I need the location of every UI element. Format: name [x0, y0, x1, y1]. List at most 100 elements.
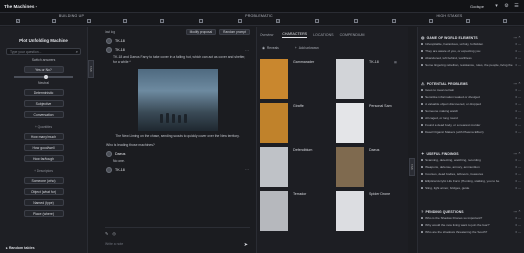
how-many-button[interactable]: How many/much — [23, 132, 64, 140]
checkbox[interactable] — [87, 19, 92, 23]
checkbox[interactable] — [428, 19, 433, 23]
random-tables-link[interactable]: ▸ Random tables — [6, 246, 35, 250]
menu-icon[interactable]: ☰ — [513, 3, 520, 10]
row-controls[interactable]: ≡ ⋯ — [515, 172, 521, 176]
note-input[interactable]: Write a note — [105, 242, 250, 246]
tab-characters[interactable]: CHARACTERS — [282, 32, 308, 38]
list-item[interactable]: Sling, light armor, bridges, guide ≡ ⋯ — [421, 186, 521, 192]
right-collapse-tab[interactable]: TAB — [409, 158, 415, 176]
row-controls[interactable]: ≡ ⋯ — [515, 123, 521, 127]
someone-button[interactable]: Someone (who) — [23, 176, 64, 184]
row-controls[interactable]: ≡ ⋯ — [515, 95, 521, 99]
row-controls[interactable]: ≡ ⋯ — [515, 116, 521, 120]
checkbox[interactable] — [198, 19, 203, 23]
checkbox[interactable] — [237, 19, 242, 23]
settings-icon[interactable]: ⚙ — [503, 3, 510, 10]
how-good-button[interactable]: How good/well — [23, 143, 64, 151]
conversation-button[interactable]: Conversation — [23, 110, 64, 118]
list-item[interactable]: Goes to mean terrain ≡ ⋯ — [421, 88, 521, 94]
named-button[interactable]: Named (type) — [23, 198, 64, 206]
object-button[interactable]: Object (what for) — [23, 187, 64, 195]
more-icon[interactable]: ⋯ — [245, 48, 249, 53]
character-card[interactable]: Terrador — [260, 191, 330, 233]
add-unknown-button[interactable]: Add unknown — [299, 46, 319, 50]
character-card[interactable]: Defendblum — [260, 147, 330, 189]
send-icon[interactable]: ➤ — [244, 242, 248, 248]
character-card[interactable]: Giraffe — [260, 103, 330, 145]
checkbox[interactable]: ✓ — [276, 19, 281, 23]
list-item[interactable]: Dead Organic Makers (with Plasma Effect)… — [421, 130, 521, 136]
checkbox[interactable] — [353, 19, 358, 23]
checkbox[interactable] — [123, 19, 128, 23]
list-item[interactable]: Who is the Shadow Drones so important? ≡ … — [421, 216, 521, 222]
row-controls[interactable]: ≡ ⋯ — [515, 158, 521, 162]
list-item[interactable]: Who are the shadows threatening the Sout… — [421, 230, 521, 236]
character-card[interactable]: Personal Sam — [336, 103, 406, 145]
eye-icon[interactable]: ◉ — [262, 46, 265, 50]
checkbox[interactable] — [314, 19, 319, 23]
left-collapse-tab[interactable]: TAB — [88, 60, 94, 78]
row-controls[interactable]: ≡ ⋯ — [515, 165, 521, 169]
list-item[interactable]: Found a dead body, or a nearest murder ≡ … — [421, 123, 521, 129]
user-caret-icon[interactable]: ▾ — [493, 3, 500, 10]
list-item[interactable]: They are aware of you, or expecting you ≡… — [421, 49, 521, 55]
row-controls[interactable]: ≡ ⋯ — [515, 63, 521, 67]
checkbox[interactable] — [466, 19, 471, 23]
section-controls[interactable]: ⋯ ⌃ — [514, 210, 521, 214]
yes-no-button[interactable]: Yes or No? — [23, 66, 64, 73]
row-controls[interactable]: ≡ ⋯ — [515, 109, 521, 113]
user-menu[interactable]: Godspe — [470, 4, 484, 9]
section-header[interactable]: ? PENDING QUESTIONS ⋯ ⌃ — [421, 209, 521, 214]
row-controls[interactable]: ≡ ⋯ — [515, 56, 521, 60]
more-icon[interactable]: ⋯ — [245, 167, 249, 172]
row-controls[interactable]: ≡ ⋯ — [515, 88, 521, 92]
slider-knob[interactable] — [43, 74, 48, 79]
switch-answers-toggle[interactable]: Switch answers — [0, 58, 87, 62]
subjective-button[interactable]: Subjective — [23, 99, 64, 107]
tab-locations[interactable]: LOCATIONS — [313, 33, 334, 38]
random-prompt-button[interactable]: Random prompt — [219, 28, 250, 35]
row-controls[interactable]: ≡ ⋯ — [515, 42, 521, 46]
likelihood-slider[interactable] — [14, 74, 73, 79]
checkbox[interactable] — [391, 19, 396, 23]
question-input[interactable]: Type your question... ⌕ — [6, 48, 81, 55]
section-header[interactable]: ⚠ POTENTIAL PROBLEMS ⋯ ⌃ — [421, 81, 521, 86]
grid-icon[interactable]: ▦ — [394, 60, 397, 64]
checkbox[interactable] — [160, 19, 165, 23]
tab-compendium[interactable]: COMPENDIUM — [340, 33, 365, 38]
list-item[interactable]: Abandoned, left behind, worthless ≡ ⋯ — [421, 56, 521, 62]
deterministic-button[interactable]: Deterministic — [23, 88, 64, 96]
checkbox[interactable] — [51, 19, 56, 23]
checkbox[interactable] — [503, 19, 508, 23]
row-controls[interactable]: ≡ ⋯ — [515, 186, 521, 190]
section-header[interactable]: ✦ USEFUL FINDINGS ⋯ ⌃ — [421, 151, 521, 156]
list-item[interactable]: Someone making watch ≡ ⋯ — [421, 109, 521, 115]
character-card[interactable]: Gammarader — [260, 59, 330, 101]
section-header[interactable]: ◍ GAME OF WORLD ELEMENTS ⋯ ⌃ — [421, 35, 521, 40]
list-item[interactable]: Sensitive information leaked or divulged… — [421, 95, 521, 101]
section-controls[interactable]: ⋯ ⌃ — [514, 82, 521, 86]
search-icon[interactable]: ⌕ — [76, 49, 78, 55]
character-card[interactable]: TK-18 ▦ — [336, 59, 406, 101]
how-far-button[interactable]: How far/tough — [23, 154, 64, 162]
row-controls[interactable]: ≡ ⋯ — [515, 179, 521, 183]
row-controls[interactable]: ≡ ⋯ — [515, 49, 521, 53]
character-card[interactable]: Daeus — [336, 147, 406, 189]
list-item[interactable]: A valuable object discovered, or dropped… — [421, 102, 521, 108]
add-icon[interactable]: + — [295, 46, 297, 50]
quantities-label[interactable]: + Quantities — [14, 125, 73, 129]
dice-icon[interactable]: ◎ — [112, 231, 116, 236]
list-item[interactable]: Scanning, detecting, watching, recording… — [421, 158, 521, 164]
row-controls[interactable]: ≡ ⋯ — [515, 230, 521, 234]
descriptors-label[interactable]: + Descriptors — [14, 169, 73, 173]
reveals-label[interactable]: Reveals — [267, 46, 279, 50]
paperclip-icon[interactable]: ✎ — [105, 231, 108, 236]
row-controls[interactable]: ≡ ⋯ — [515, 216, 521, 220]
list-item[interactable]: Why would the new living want to join th… — [421, 223, 521, 229]
list-item[interactable]: Weapons, defense, armory, ammunition ≡ ⋯ — [421, 165, 521, 171]
list-item[interactable]: Courses, dead bodies, leftovers, treasur… — [421, 172, 521, 178]
list-item[interactable]: Some lingering rebellion, resistance, ru… — [421, 63, 521, 69]
list-item[interactable]: Inhospitable, hazardous, unholy, forbidd… — [421, 42, 521, 48]
list-item[interactable]: All caged, or long round ≡ ⋯ — [421, 116, 521, 122]
section-controls[interactable]: ⋯ ⌃ — [514, 36, 521, 40]
